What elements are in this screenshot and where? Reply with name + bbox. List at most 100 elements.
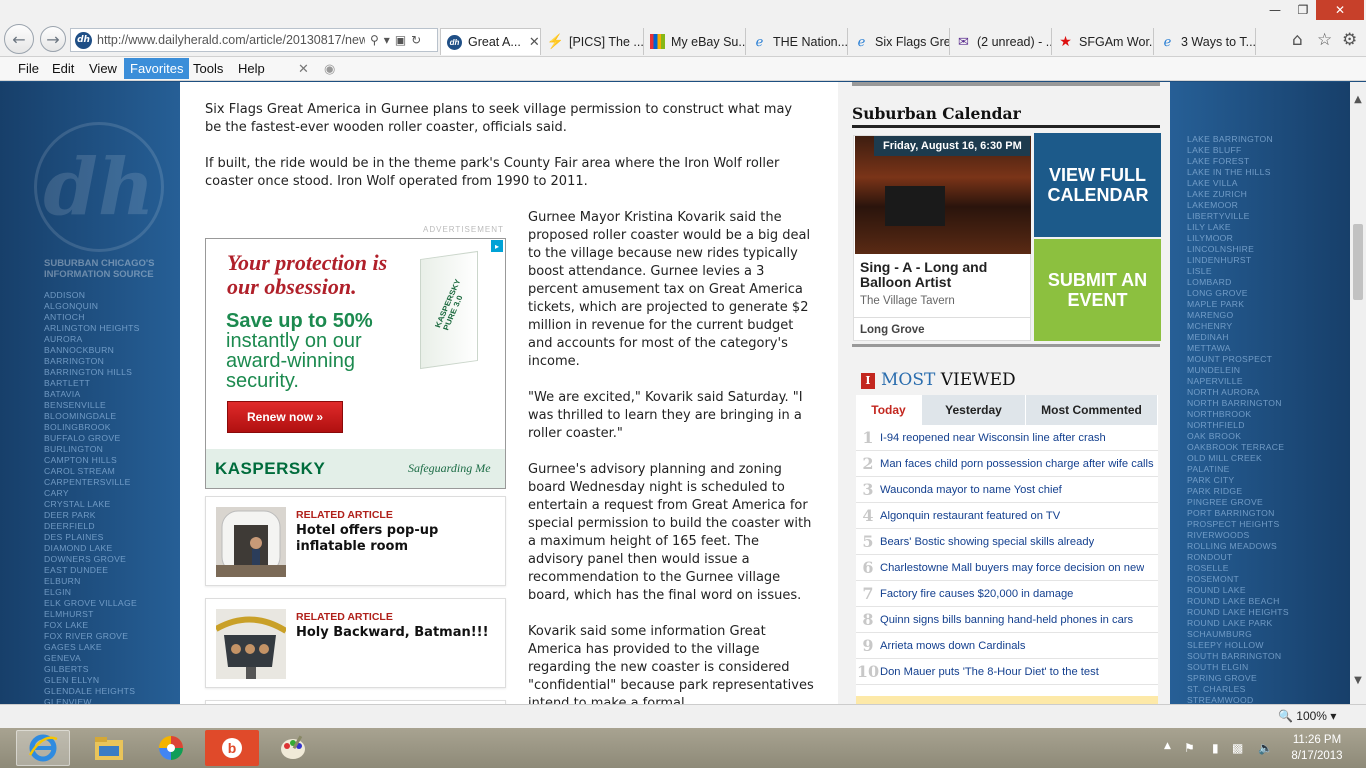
town-link[interactable]: LAKE BLUFF	[1187, 145, 1289, 156]
menu-favorites[interactable]: Favorites	[124, 58, 190, 79]
minimize-button[interactable]: —	[1262, 0, 1288, 20]
town-link[interactable]: BARRINGTON	[44, 356, 140, 367]
town-link[interactable]: SLEEPY HOLLOW	[1187, 640, 1289, 651]
town-link[interactable]: LINCOLNSHIRE	[1187, 244, 1289, 255]
related-article-card[interactable]: RELATED ARTICLE Hotel offers pop-up infl…	[205, 496, 506, 586]
tab-ebay[interactable]: My eBay Su...	[644, 28, 746, 55]
town-link[interactable]: DOWNERS GROVE	[44, 554, 140, 565]
town-link[interactable]: CAMPTON HILLS	[44, 455, 140, 466]
town-link[interactable]: LAKE FOREST	[1187, 156, 1289, 167]
calendar-event-card[interactable]: Friday, August 16, 6:30 PM Sing - A - Lo…	[853, 135, 1031, 341]
toolbar-close-icon[interactable]: ✕	[292, 58, 315, 79]
bing-app-icon[interactable]: b	[205, 730, 259, 766]
town-link[interactable]: DEERFIELD	[44, 521, 140, 532]
town-link[interactable]: ADDISON	[44, 290, 140, 301]
most-viewed-link[interactable]: Quinn signs bills banning hand-held phon…	[880, 614, 1133, 626]
most-viewed-link[interactable]: Don Mauer puts 'The 8-Hour Diet' to the …	[880, 666, 1099, 678]
most-viewed-link[interactable]: Wauconda mayor to name Yost chief	[880, 484, 1062, 496]
town-link[interactable]: BARTLETT	[44, 378, 140, 389]
town-link[interactable]: GLEN ELLYN	[44, 675, 140, 686]
town-link[interactable]: ROSEMONT	[1187, 574, 1289, 585]
town-link[interactable]: FOX LAKE	[44, 620, 140, 631]
daily-herald-logo[interactable]: dh	[34, 122, 164, 252]
back-button[interactable]: ←	[4, 24, 34, 54]
town-link[interactable]: BENSENVILLE	[44, 400, 140, 411]
tab-close-icon[interactable]: ✕	[529, 34, 540, 50]
town-link[interactable]: CARPENTERSVILLE	[44, 477, 140, 488]
town-link[interactable]: CAROL STREAM	[44, 466, 140, 477]
town-link[interactable]: PARK RIDGE	[1187, 486, 1289, 497]
town-link[interactable]: DEER PARK	[44, 510, 140, 521]
town-link[interactable]: LIBERTYVILLE	[1187, 211, 1289, 222]
tab-the-nation[interactable]: ℯ THE Nation...	[746, 28, 848, 55]
town-link[interactable]: GLENVIEW	[44, 697, 140, 704]
paint-icon[interactable]	[266, 730, 320, 766]
menu-tools[interactable]: Tools	[187, 58, 229, 79]
most-viewed-link[interactable]: I-94 reopened near Wisconsin line after …	[880, 432, 1106, 444]
tab-pics[interactable]: ⚡ [PICS] The ...	[542, 28, 644, 55]
vertical-scrollbar[interactable]: ▲ ▼	[1350, 82, 1366, 704]
town-link[interactable]: BOLINGBROOK	[44, 422, 140, 433]
town-link[interactable]: RONDOUT	[1187, 552, 1289, 563]
town-link[interactable]: ROUND LAKE BEACH	[1187, 596, 1289, 607]
gear-icon[interactable]: ⚙	[1342, 30, 1357, 50]
town-link[interactable]: ARLINGTON HEIGHTS	[44, 323, 140, 334]
compat-view-icon[interactable]: ▣	[395, 33, 406, 47]
town-link[interactable]: MOUNT PROSPECT	[1187, 354, 1289, 365]
town-link[interactable]: BATAVIA	[44, 389, 140, 400]
tab-3-ways[interactable]: ℯ 3 Ways to T...	[1154, 28, 1256, 55]
most-viewed-item[interactable]: 9 Arrieta mows down Cardinals	[856, 633, 1158, 659]
file-explorer-icon[interactable]	[82, 730, 136, 766]
town-link[interactable]: PINGREE GROVE	[1187, 497, 1289, 508]
flag-icon[interactable]: ⚑	[1184, 741, 1195, 755]
most-viewed-link[interactable]: Bears' Bostic showing special skills alr…	[880, 536, 1094, 548]
town-link[interactable]: PALATINE	[1187, 464, 1289, 475]
town-link[interactable]: LAKEMOOR	[1187, 200, 1289, 211]
town-link[interactable]: SCHAUMBURG	[1187, 629, 1289, 640]
system-clock[interactable]: 11:26 PM 8/17/2013	[1284, 732, 1350, 764]
scroll-thumb[interactable]	[1353, 224, 1363, 300]
most-viewed-item[interactable]: 5 Bears' Bostic showing special skills al…	[856, 529, 1158, 555]
town-link[interactable]: ROSELLE	[1187, 563, 1289, 574]
town-link[interactable]: LILY LAKE	[1187, 222, 1289, 233]
town-link[interactable]: MCHENRY	[1187, 321, 1289, 332]
town-link[interactable]: GILBERTS	[44, 664, 140, 675]
town-link[interactable]: MAPLE PARK	[1187, 299, 1289, 310]
town-link[interactable]: PROSPECT HEIGHTS	[1187, 519, 1289, 530]
town-link[interactable]: BANNOCKBURN	[44, 345, 140, 356]
town-link[interactable]: MUNDELEIN	[1187, 365, 1289, 376]
favorites-star-icon[interactable]: ☆	[1317, 30, 1332, 50]
town-link[interactable]: EAST DUNDEE	[44, 565, 140, 576]
address-bar[interactable]: dh http://www.dailyherald.com/article/20…	[70, 28, 438, 52]
most-viewed-item[interactable]: 1 I-94 reopened near Wisconsin line after…	[856, 425, 1158, 451]
town-link[interactable]: SOUTH BARRINGTON	[1187, 651, 1289, 662]
town-link[interactable]: GENEVA	[44, 653, 140, 664]
battery-icon[interactable]: ▮	[1212, 741, 1219, 755]
renew-now-button[interactable]: Renew now »	[227, 401, 343, 433]
town-link[interactable]: RIVERWOODS	[1187, 530, 1289, 541]
menu-edit[interactable]: Edit	[46, 58, 80, 79]
picasa-icon[interactable]	[144, 730, 198, 766]
most-viewed-item[interactable]: 2 Man faces child porn possession charge …	[856, 451, 1158, 477]
town-link[interactable]: ROLLING MEADOWS	[1187, 541, 1289, 552]
town-link[interactable]: GLENDALE HEIGHTS	[44, 686, 140, 697]
window-close-button[interactable]: ✕	[1316, 0, 1364, 20]
town-link[interactable]: OAK BROOK	[1187, 431, 1289, 442]
town-link[interactable]: DES PLAINES	[44, 532, 140, 543]
town-link[interactable]: ROUND LAKE PARK	[1187, 618, 1289, 629]
town-link[interactable]: FOX RIVER GROVE	[44, 631, 140, 642]
toolbar-options-icon[interactable]: ◉	[318, 58, 341, 79]
town-link[interactable]: ELMHURST	[44, 609, 140, 620]
town-link[interactable]: NAPERVILLE	[1187, 376, 1289, 387]
town-link[interactable]: LAKE ZURICH	[1187, 189, 1289, 200]
scroll-down-icon[interactable]: ▼	[1350, 675, 1366, 686]
town-link[interactable]: CRYSTAL LAKE	[44, 499, 140, 510]
ad-choices-icon[interactable]: ▸	[491, 240, 503, 252]
home-icon[interactable]: ⌂	[1292, 30, 1303, 50]
tab-yesterday[interactable]: Yesterday	[922, 395, 1026, 425]
town-link[interactable]: ST. CHARLES	[1187, 684, 1289, 695]
town-link[interactable]: STREAMWOOD	[1187, 695, 1289, 704]
kaspersky-ad[interactable]: Your protection is our obsession. Save u…	[205, 238, 506, 489]
tab-mail[interactable]: ✉ (2 unread) - ...	[950, 28, 1052, 55]
town-link[interactable]: BARRINGTON HILLS	[44, 367, 140, 378]
